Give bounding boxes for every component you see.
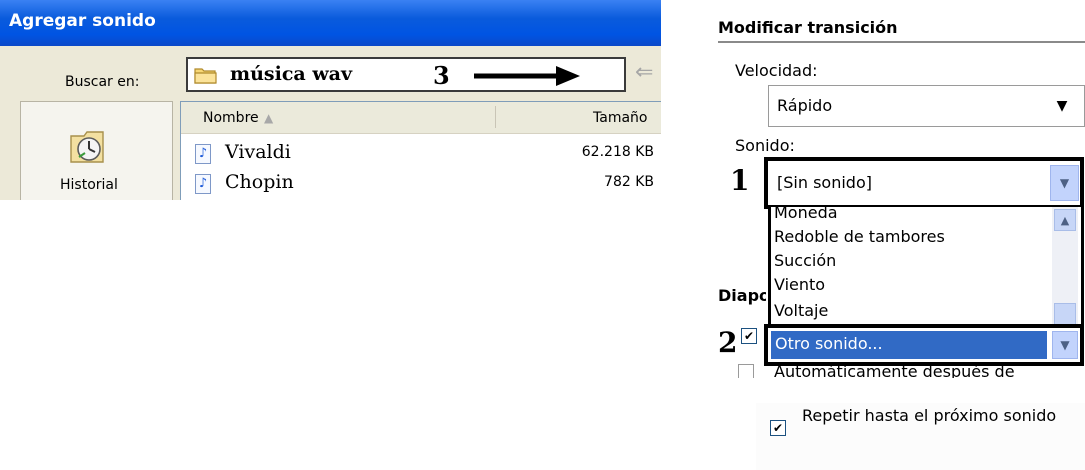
checkmark-icon: ✔ [772, 421, 784, 435]
dialog-title: Agregar sonido [9, 11, 156, 31]
back-arrow-icon[interactable]: ⇐ [635, 60, 653, 85]
music-note-icon: ♪ [195, 174, 211, 194]
chevron-down-icon: ▼ [1060, 338, 1070, 352]
selected-sound-option[interactable]: Otro sonido... ▼ [764, 324, 1084, 366]
current-folder-name: música wav [230, 63, 353, 85]
selected-option-label: Otro sonido... [775, 334, 883, 353]
file-size: 782 KB [604, 174, 654, 190]
checkbox-on-click[interactable]: ✔ [741, 328, 757, 344]
selected-dropdown-button[interactable]: ▼ [1052, 331, 1078, 359]
sound-dropdown-button[interactable]: ▼ [1050, 165, 1079, 201]
scroll-up-icon[interactable]: ▲ [1054, 209, 1076, 231]
pane-bottom-edge [705, 378, 1085, 398]
look-in-combobox[interactable]: música wav 3 ▼ [186, 57, 626, 92]
sound-label: Sonido: [735, 136, 795, 155]
sound-select-value: [Sin sonido] [777, 173, 872, 192]
speed-label: Velocidad: [735, 61, 818, 80]
sound-dropdown-list: Moneda Redoble de tambores Succión Vient… [768, 207, 1084, 327]
look-in-label: Buscar en: [65, 74, 140, 90]
file-list-header: Nombre ▲ Tamaño [181, 102, 661, 134]
section-divider [718, 41, 1085, 43]
loop-until-next-label: Repetir hasta el próximo sonido [802, 406, 1057, 425]
folder-icon [194, 68, 217, 84]
music-note-icon: ♪ [195, 144, 211, 164]
sound-option[interactable]: Redoble de tambores [774, 225, 945, 249]
column-header-name[interactable]: Nombre [203, 110, 259, 126]
checkbox-loop-until-next[interactable]: ✔ [770, 420, 786, 436]
sort-ascending-icon: ▲ [264, 111, 274, 125]
file-name: Vivaldi [225, 141, 291, 163]
scrollbar-thumb[interactable] [1054, 303, 1076, 325]
places-bar: Historial [20, 101, 173, 200]
annotation-2: 2 [718, 326, 738, 359]
column-divider[interactable] [495, 106, 496, 128]
checkmark-icon: ✔ [743, 329, 755, 343]
speed-select[interactable]: Rápido ▼ [768, 85, 1085, 127]
dropdown-scrollbar[interactable]: ▲ [1052, 207, 1078, 327]
sound-option[interactable]: Moneda [774, 207, 838, 225]
selection-highlight: Otro sonido... [771, 331, 1047, 359]
sound-select[interactable]: [Sin sonido] ▼ [764, 157, 1084, 209]
places-item-history[interactable]: Historial [60, 177, 118, 193]
chevron-down-icon: ▼ [1059, 176, 1070, 190]
file-list: Nombre ▲ Tamaño ♪ Vivaldi 62.218 KB ♪ Ch… [180, 101, 661, 200]
sound-option[interactable]: Viento [774, 273, 825, 297]
chevron-down-icon[interactable]: ▼ [1046, 91, 1078, 121]
annotation-1: 1 [730, 164, 750, 197]
file-row[interactable]: ♪ Vivaldi 62.218 KB [181, 141, 661, 166]
pane-section-title: Modificar transición [718, 18, 898, 37]
speed-select-value: Rápido [777, 96, 833, 115]
dialog-title-bar: Agregar sonido [0, 0, 661, 46]
file-name: Chopin [225, 171, 294, 193]
add-sound-dialog: Agregar sonido Buscar en: música wav 3 ▼… [0, 0, 661, 200]
arrow-right-icon [474, 66, 580, 86]
history-clock-icon[interactable] [69, 128, 111, 166]
file-row[interactable]: ♪ Chopin 782 KB [181, 171, 661, 196]
sound-option[interactable]: Succión [774, 249, 836, 273]
column-header-size[interactable]: Tamaño [593, 110, 647, 126]
slides-section-heading: Diapo [718, 286, 766, 305]
file-size: 62.218 KB [581, 144, 654, 160]
sound-option[interactable]: Voltaje [774, 299, 828, 323]
annotation-3: 3 [433, 61, 450, 90]
